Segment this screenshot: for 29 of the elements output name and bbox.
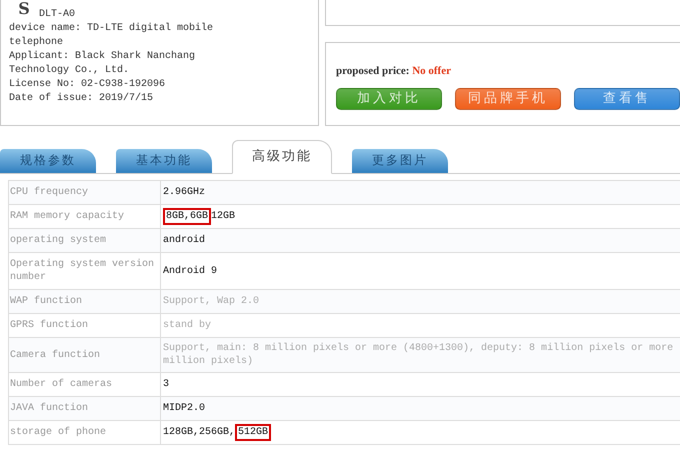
spec-value: 512GB — [235, 424, 272, 441]
brand-logo: S — [17, 0, 31, 20]
spec-label: CPU frequency — [8, 180, 160, 204]
spec-value: Support, main: 8 million pixels or more (4800+1300), deputy: 8 million pixels or more million pixels) — [163, 343, 674, 367]
spec-value: Support, Wap 2.0 — [163, 296, 260, 307]
tab[interactable]: 高级功能 — [232, 140, 332, 174]
product-info-text: License No: 02-C938-192096 — [9, 78, 166, 92]
tab[interactable]: 规格参数 — [0, 149, 96, 173]
spec-value: 12GB — [211, 211, 236, 222]
price-value: No offer — [412, 65, 451, 77]
action-button[interactable]: 查看售 — [574, 88, 680, 110]
action-button[interactable]: 同品牌手机 — [455, 88, 561, 110]
spec-value: Android 9 — [163, 266, 218, 276]
spec-value: MIDP2.0 — [163, 403, 206, 414]
product-info-text: Applicant: Black Shark Nanchang Technology Co., Ltd. — [9, 50, 196, 78]
spec-value: 8GB,6GB — [163, 208, 212, 225]
action-button[interactable]: 加入对比 — [336, 88, 442, 110]
tab[interactable]: 更多图片 — [352, 149, 448, 173]
spec-label: storage of phone — [8, 420, 160, 444]
price-label: proposed price: — [336, 65, 410, 77]
tab[interactable]: 基本功能 — [116, 149, 212, 173]
spec-value: 3 — [163, 379, 170, 390]
product-info-text: Date of issue: 2019/7/15 — [9, 92, 154, 106]
spec-value: stand by — [163, 320, 212, 331]
model-number: DLT-A0 — [39, 8, 76, 22]
spec-value: 128GB,256GB, — [163, 427, 236, 438]
spec-value: 2.96GHz — [163, 187, 206, 198]
spec-value: android — [163, 235, 206, 246]
product-info-text: device name: TD-LTE digital mobile telephone — [9, 22, 214, 50]
